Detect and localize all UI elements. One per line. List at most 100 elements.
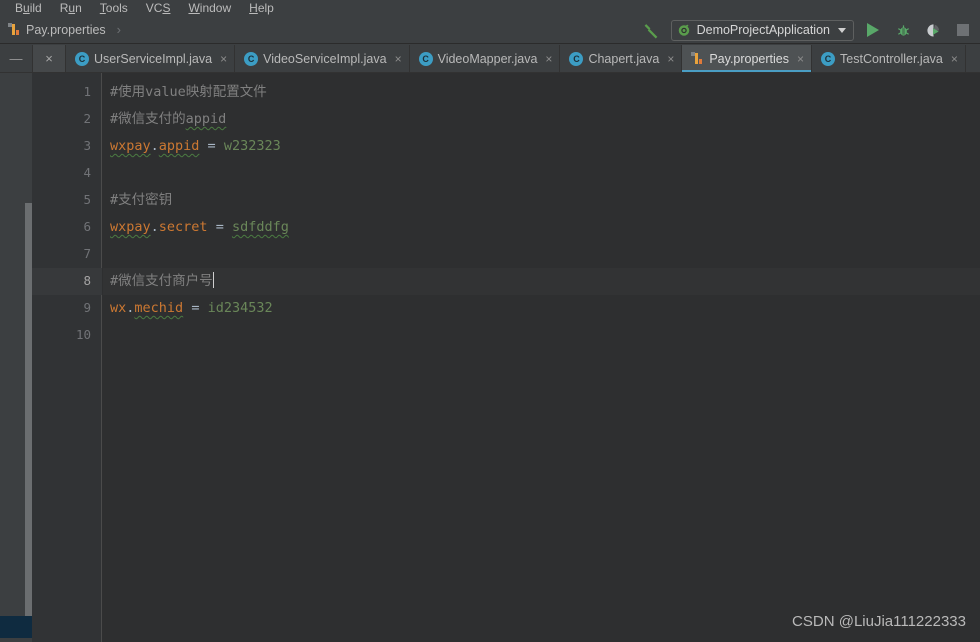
editor-tab-label: TestController.java [840, 51, 943, 66]
code-token: = [183, 300, 208, 316]
run-button[interactable] [862, 19, 884, 41]
code-token: appid [158, 138, 200, 154]
run-toolbar: DemoProjectApplication [641, 18, 974, 42]
code-line[interactable]: wx.mechid = id234532 [110, 295, 273, 322]
watermark: CSDN @LiuJia111222333 [792, 613, 966, 630]
java-class-icon: C [418, 51, 433, 66]
code-token: #微信支付商户号 [110, 273, 213, 289]
code-token: sdfddfg [231, 219, 289, 235]
debug-bug-icon [897, 24, 909, 36]
breadcrumb-separator-icon: › [116, 22, 122, 37]
stop-button[interactable] [952, 19, 974, 41]
line-number: 6 [83, 219, 91, 234]
code-token: id234532 [207, 300, 273, 316]
ide-window: Build Run Tools VCS Window Help Pay.propertie… [0, 0, 980, 642]
editor-tab-videomapper-java[interactable]: C VideoMapper.java × [410, 45, 561, 72]
run-configuration-label: DemoProjectApplication [696, 23, 830, 37]
editor-tab-bar: — × C UserServiceImpl.java × C VideoServiceI… [0, 45, 980, 73]
editor-tab-label: VideoServiceImpl.java [263, 51, 387, 66]
properties-file-icon [691, 52, 704, 65]
close-icon[interactable]: × [220, 52, 227, 66]
code-line[interactable]: #支付密钥 [110, 187, 172, 214]
editor-tab-label: Chapert.java [588, 51, 660, 66]
editor-tab-pay-properties[interactable]: Pay.properties × [682, 45, 813, 72]
close-icon[interactable]: × [545, 52, 552, 66]
build-button[interactable] [641, 19, 663, 41]
breadcrumb[interactable]: Pay.properties › [4, 20, 125, 39]
minimize-toolwindow-button[interactable]: — [0, 45, 33, 72]
java-class-icon: C [821, 51, 836, 66]
close-icon[interactable]: × [395, 52, 402, 66]
code-token: wxpay [110, 138, 151, 154]
run-with-coverage-icon [926, 23, 939, 37]
code-token: #微信支付的 [110, 111, 186, 127]
line-number: 8 [83, 273, 91, 288]
close-icon: × [45, 51, 53, 66]
debug-button[interactable] [892, 19, 914, 41]
code-line[interactable]: #使用value映射配置文件 [110, 79, 267, 106]
text-caret [212, 272, 214, 288]
menu-item-run[interactable]: Run [51, 0, 91, 16]
line-number: 2 [83, 111, 91, 126]
code-token: #支付密钥 [110, 192, 173, 208]
code-token: mechid [134, 300, 184, 316]
left-scroll-track[interactable] [25, 73, 32, 642]
close-toolwindow-button[interactable]: × [33, 45, 66, 72]
editor-tab-label: UserServiceImpl.java [94, 51, 213, 66]
menu-item-tools[interactable]: Tools [91, 0, 137, 16]
close-icon[interactable]: × [797, 52, 804, 66]
stop-square-icon [957, 24, 969, 36]
menu-item-build[interactable]: Build [6, 0, 51, 16]
editor-tab-userserviceimpl-java[interactable]: C UserServiceImpl.java × [66, 45, 236, 72]
line-number: 5 [83, 192, 91, 207]
line-number: 10 [75, 327, 91, 342]
code-token: = [207, 219, 232, 235]
run-configuration-selector[interactable]: DemoProjectApplication [670, 19, 854, 41]
chevron-down-icon[interactable] [838, 27, 846, 33]
run-with-coverage-button[interactable] [922, 19, 944, 41]
code-line[interactable]: #微信支付商户号 [110, 268, 214, 295]
properties-file-icon [8, 23, 21, 36]
scrollbar-thumb[interactable] [25, 203, 32, 628]
menu-item-window[interactable]: Window [179, 0, 240, 16]
run-play-icon [867, 23, 879, 37]
minimize-icon: — [9, 51, 23, 66]
close-icon[interactable]: × [667, 52, 674, 66]
code-token: wx [110, 300, 127, 316]
code-token: secret [158, 219, 208, 235]
code-editor[interactable]: 1 2 3 4 5 6 7 8 9 10 #使用value映射配置文件 #微信支付的appid wxp… [32, 73, 980, 642]
spring-boot-icon [678, 24, 689, 36]
menu-item-help[interactable]: Help [240, 0, 283, 16]
code-content[interactable]: #使用value映射配置文件 #微信支付的appid wxpay.appid = w… [103, 73, 980, 642]
hammer-icon [644, 23, 658, 38]
code-token: = [199, 138, 224, 154]
menu-item-vcs[interactable]: VCS [137, 0, 180, 16]
code-token: . [150, 219, 159, 235]
left-toolwindow-stripe [0, 73, 25, 642]
java-class-icon: C [244, 51, 259, 66]
line-number: 9 [83, 300, 91, 315]
editor-tab-videoserviceimpl-java[interactable]: C VideoServiceImpl.java × [235, 45, 410, 72]
code-line[interactable]: wxpay.appid = w232323 [110, 133, 281, 160]
line-number: 3 [83, 138, 91, 153]
line-number: 7 [83, 246, 91, 261]
code-token: . [150, 138, 159, 154]
breadcrumb-label: Pay.properties [26, 22, 106, 37]
menu-bar: Build Run Tools VCS Window Help [0, 0, 980, 16]
code-line[interactable]: #微信支付的appid [110, 106, 226, 133]
editor-tab-chapert-java[interactable]: C Chapert.java × [560, 45, 683, 72]
close-icon[interactable]: × [951, 52, 958, 66]
java-class-icon: C [569, 51, 584, 66]
code-token: #使用value映射配置文件 [110, 84, 267, 100]
code-token: wxpay [110, 219, 151, 235]
editor-tab-label: VideoMapper.java [437, 51, 538, 66]
line-number: 4 [83, 165, 91, 180]
code-token: appid [185, 111, 227, 127]
code-line[interactable]: wxpay.secret = sdfddfg [110, 214, 289, 241]
code-token: w232323 [223, 138, 281, 154]
editor-tab-label: Pay.properties [709, 51, 789, 66]
line-number: 1 [83, 84, 91, 99]
editor-tab-testcontroller-java[interactable]: C TestController.java × [812, 45, 966, 72]
editor-gutter[interactable]: 1 2 3 4 5 6 7 8 9 10 [32, 73, 102, 642]
java-class-icon: C [75, 51, 89, 66]
